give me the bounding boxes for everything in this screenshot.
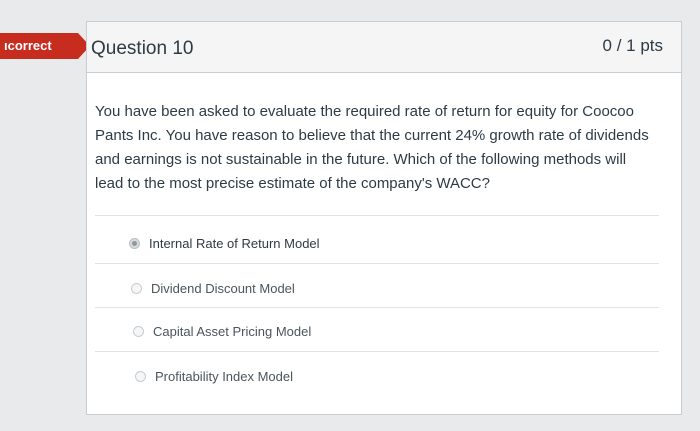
radio-selected-icon[interactable]	[129, 237, 140, 249]
divider	[95, 215, 659, 216]
answer-option-pi[interactable]: Profitability Index Model	[135, 366, 293, 386]
answer-label: Capital Asset Pricing Model	[153, 323, 312, 339]
answer-option-irr[interactable]: Internal Rate of Return Model	[129, 233, 320, 253]
question-header: Question 10 0 / 1 pts	[87, 22, 681, 73]
question-title: Question 10	[91, 38, 194, 59]
incorrect-badge: ıcorrect	[0, 33, 90, 59]
radio-icon[interactable]	[135, 370, 146, 382]
answer-label: Internal Rate of Return Model	[149, 235, 320, 251]
divider	[95, 263, 659, 264]
answer-option-capm[interactable]: Capital Asset Pricing Model	[133, 321, 311, 341]
answer-label: Profitability Index Model	[155, 368, 294, 384]
question-card: Question 10 0 / 1 pts You have been aske…	[86, 21, 682, 415]
divider	[95, 307, 659, 308]
answer-option-ddm[interactable]: Dividend Discount Model	[131, 278, 295, 298]
radio-icon[interactable]	[131, 282, 142, 294]
divider	[95, 351, 659, 352]
incorrect-badge-label: ıcorrect	[4, 38, 52, 53]
question-text: You have been asked to evaluate the requ…	[95, 103, 649, 192]
radio-icon[interactable]	[133, 325, 144, 337]
question-points: 0 / 1 pts	[602, 36, 663, 55]
answer-label: Dividend Discount Model	[151, 280, 295, 296]
